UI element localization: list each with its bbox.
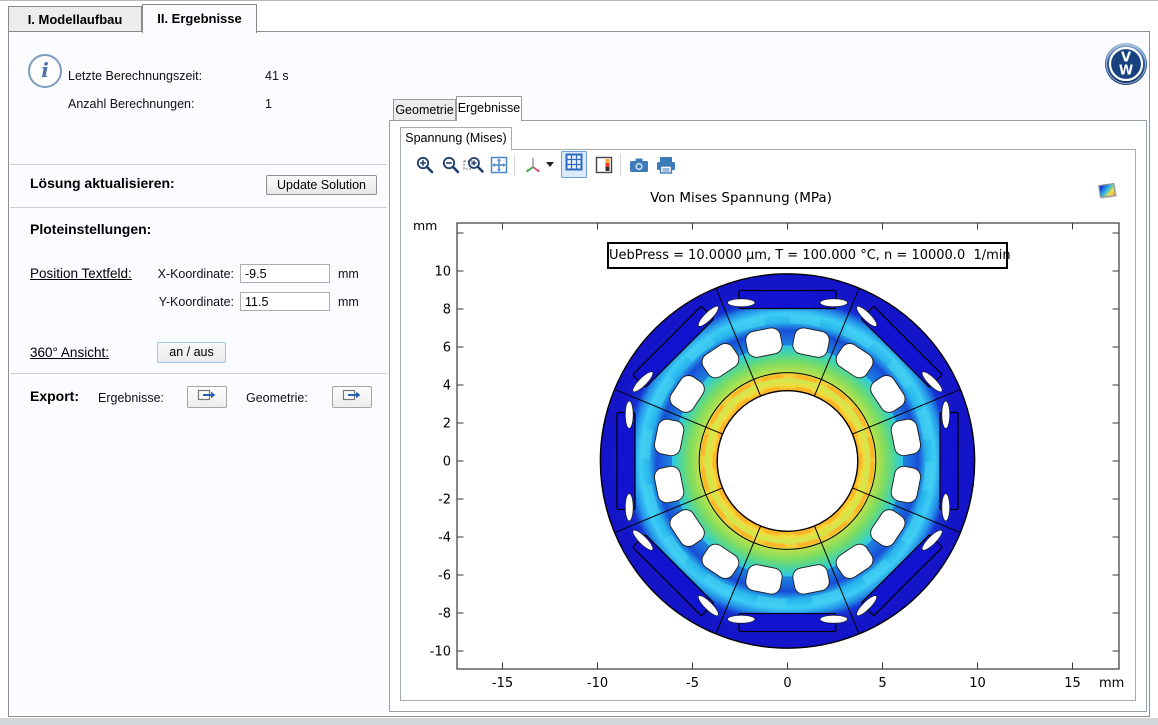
x-tick-label: 0 (783, 676, 791, 691)
y-tick-label: -2 (438, 493, 451, 508)
plot-annotation-box: UebPress = 10.0000 μm, T = 100.000 °C, n… (607, 242, 1008, 269)
update-solution-heading: Lösung aktualisieren: (30, 175, 175, 191)
x-tick-label: -10 (587, 676, 608, 691)
toggle-360-button[interactable]: an / aus (157, 342, 226, 363)
divider (10, 373, 387, 374)
zoom-out-icon[interactable] (440, 154, 462, 176)
last-computation-label: Letzte Berechnungszeit: (68, 69, 202, 83)
plot-settings-heading: Ploteinstellungen: (30, 221, 151, 237)
chevron-down-icon[interactable] (546, 162, 554, 167)
export-results-button[interactable] (187, 386, 227, 408)
x-coordinate-label: X-Koordinate: (142, 267, 234, 281)
y-axis-unit: mm (413, 218, 437, 233)
toolbar-separator (620, 154, 621, 176)
svg-text:W: W (1119, 64, 1133, 79)
y-tick-label: -10 (430, 645, 451, 660)
tab-ergebnisse[interactable]: II. Ergebnisse (142, 4, 257, 33)
zoom-extents-icon[interactable] (488, 154, 510, 176)
rotor-cross-section (600, 274, 974, 648)
export-heading: Export: (30, 388, 79, 404)
x-tick-label: -5 (686, 676, 699, 691)
plot-title: Von Mises Spannung (MPa) (541, 190, 941, 206)
viewer-tab-geometrie[interactable]: Geometrie (393, 99, 456, 121)
view-360-label: 360° Ansicht: (30, 345, 109, 360)
color-legend-icon[interactable] (593, 154, 615, 176)
x-tick-label: 5 (878, 676, 886, 691)
x-axis-unit: mm (1099, 676, 1124, 691)
divider (10, 164, 387, 165)
y-tick-label: 4 (443, 379, 451, 394)
toolbar-separator (514, 154, 515, 176)
y-tick-label: 10 (434, 265, 451, 280)
print-icon[interactable] (655, 154, 677, 176)
export-icon (342, 388, 362, 407)
y-unit-label: mm (338, 295, 359, 309)
position-textfield-label: Position Textfeld: (30, 266, 132, 281)
vw-logo: V W (1104, 42, 1148, 91)
plot-thumbnail-icon[interactable] (1097, 182, 1119, 201)
x-tick-label: 15 (1064, 676, 1081, 691)
default-view-icon[interactable] (522, 154, 544, 176)
y-tick-label: -4 (438, 531, 451, 546)
export-icon (197, 388, 217, 407)
export-results-label: Ergebnisse: (98, 391, 164, 405)
computation-count-label: Anzahl Berechnungen: (68, 97, 194, 111)
grid-icon (565, 153, 583, 176)
computation-count-value: 1 (265, 97, 272, 111)
x-unit-label: mm (338, 267, 359, 281)
grid-toggle-button[interactable] (561, 151, 587, 178)
y-tick-label: -6 (438, 569, 451, 584)
y-tick-label: 8 (443, 303, 451, 318)
update-solution-button[interactable]: Update Solution (266, 175, 377, 195)
snapshot-camera-icon[interactable] (628, 154, 650, 176)
plot-tab-spannung-mises[interactable]: Spannung (Mises) (400, 127, 512, 150)
plot-thumbnail-sheet (1098, 183, 1116, 198)
x-coordinate-input[interactable] (240, 264, 330, 283)
viewer-tab-ergebnisse[interactable]: Ergebnisse (456, 96, 522, 121)
y-tick-label: 0 (443, 455, 451, 470)
y-tick-label: 6 (443, 341, 451, 356)
export-geometry-label: Geometrie: (246, 391, 308, 405)
y-tick-label: 2 (443, 417, 451, 432)
y-coordinate-input[interactable] (240, 292, 330, 311)
x-tick-label: -15 (492, 676, 513, 691)
x-tick-label: 10 (969, 676, 986, 691)
y-tick-label: -8 (438, 607, 451, 622)
divider (10, 207, 387, 208)
plot-canvas[interactable]: -15 -10 -5 0 5 10 15 10 8 6 4 2 0 -2 -4 -6 -8 -10 mm mm (405, 206, 1140, 706)
export-geometry-button[interactable] (332, 386, 372, 408)
last-computation-value: 41 s (265, 69, 289, 83)
zoom-in-icon[interactable] (414, 154, 436, 176)
y-coordinate-label: Y-Koordinate: (142, 295, 234, 309)
zoom-box-icon[interactable] (463, 154, 485, 176)
tab-modellaufbau[interactable]: I. Modellaufbau (8, 6, 142, 32)
info-icon: i (28, 54, 62, 88)
